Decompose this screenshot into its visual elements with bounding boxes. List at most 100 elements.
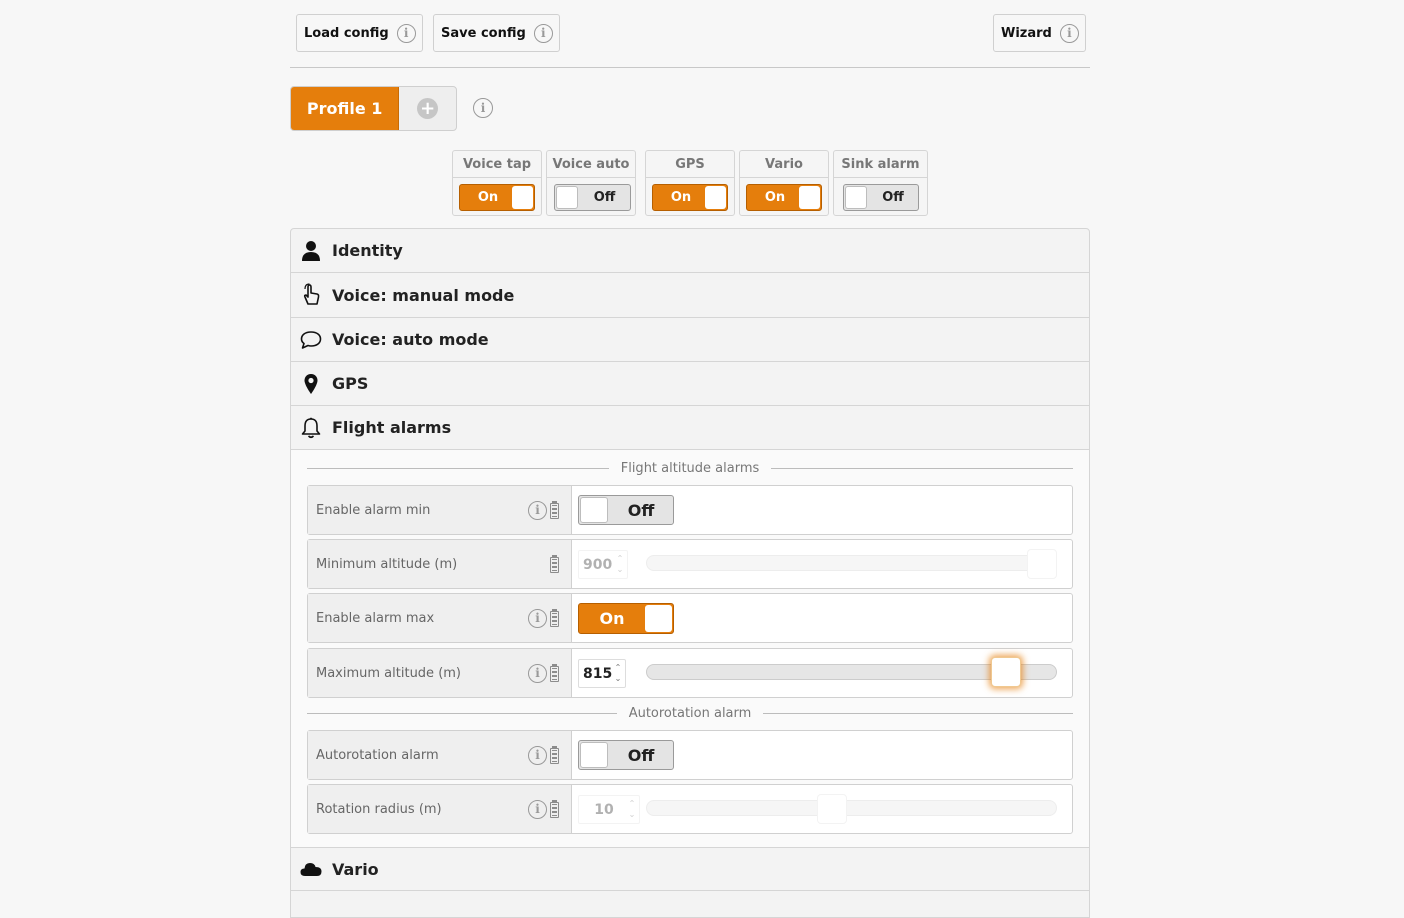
switch-state: On <box>477 190 499 205</box>
info-icon[interactable]: i <box>473 98 493 118</box>
battery-icon <box>550 800 559 818</box>
legend-line <box>307 467 609 469</box>
load-config-label: Load config <box>304 25 389 41</box>
row-control-cell: 10 ⌃ ⌄ <box>572 785 1072 833</box>
switch-knob <box>645 605 672 632</box>
row-enable-alarm-min: Enable alarm min i Off <box>307 485 1073 535</box>
row-maximum-altitude: Maximum altitude (m) i 815 ⌃ ⌄ <box>307 648 1073 698</box>
section-label: Voice: auto mode <box>332 330 489 349</box>
rotation-radius-slider-thumb[interactable] <box>817 794 848 824</box>
input-value: 815 <box>583 665 613 682</box>
section-vario[interactable]: Vario <box>291 847 1089 891</box>
maximum-altitude-input[interactable]: 815 ⌃ ⌄ <box>578 659 626 688</box>
enable-alarm-max-switch[interactable]: On <box>578 603 674 634</box>
row-label: Minimum altitude (m) <box>316 556 458 572</box>
info-icon[interactable]: i <box>528 745 547 765</box>
add-profile-button[interactable]: + <box>399 87 456 130</box>
row-label-cell: Enable alarm max i <box>308 594 572 642</box>
fieldset-title: Flight altitude alarms <box>620 460 760 476</box>
battery-icon <box>550 555 559 573</box>
spinner-arrows-icon[interactable]: ⌃ ⌄ <box>613 662 623 684</box>
profile-tabs: Profile 1 + <box>290 86 457 131</box>
legend-line <box>771 467 1073 469</box>
row-icons <box>550 540 559 588</box>
bell-icon <box>300 416 322 440</box>
row-label-cell: Rotation radius (m) i <box>308 785 572 833</box>
minimum-altitude-input[interactable]: 900 ⌃ ⌄ <box>578 550 628 579</box>
load-config-button[interactable]: Load config i <box>296 14 423 52</box>
info-icon[interactable]: i <box>528 799 547 819</box>
gps-switch[interactable]: On <box>652 184 728 211</box>
row-icons: i <box>528 785 559 833</box>
vario-switch[interactable]: On <box>746 184 822 211</box>
section-identity[interactable]: Identity <box>291 229 1089 273</box>
switch-state: On <box>764 190 786 205</box>
plus-icon: + <box>417 98 439 119</box>
fieldset-title: Autorotation alarm <box>628 705 752 721</box>
spinner-arrows-icon[interactable]: ⌃ ⌄ <box>615 553 625 575</box>
switch-state: Off <box>882 190 904 205</box>
row-enable-alarm-max: Enable alarm max i On <box>307 593 1073 643</box>
legend-line <box>763 712 1073 714</box>
rotation-radius-input[interactable]: 10 ⌃ ⌄ <box>578 795 640 824</box>
switch-knob <box>705 186 726 209</box>
wizard-label: Wizard <box>1001 25 1052 41</box>
quick-toggle-voice-tap: Voice tap On <box>452 150 542 216</box>
switch-knob <box>799 186 820 209</box>
row-autorotation-alarm: Autorotation alarm i Off <box>307 730 1073 780</box>
voice-tap-switch[interactable]: On <box>459 184 535 211</box>
section-gps[interactable]: GPS <box>291 362 1089 406</box>
map-pin-icon <box>300 372 322 396</box>
minimum-altitude-slider-track[interactable] <box>646 555 1057 571</box>
section-label: GPS <box>332 374 369 393</box>
row-icons: i <box>528 486 559 534</box>
info-icon[interactable]: i <box>533 23 553 43</box>
quick-toggle-label: Voice auto <box>547 151 635 178</box>
row-control-cell: 815 ⌃ ⌄ <box>572 649 1072 697</box>
speech-bubble-icon <box>300 328 322 352</box>
row-control-cell: Off <box>572 731 1072 779</box>
switch-state: On <box>599 609 625 628</box>
enable-alarm-min-switch[interactable]: Off <box>578 495 674 525</box>
quick-toggle-voice-auto: Voice auto Off <box>546 150 636 216</box>
switch-knob <box>845 186 867 209</box>
section-voice-manual[interactable]: Voice: manual mode <box>291 273 1089 318</box>
quick-toggle-gps: GPS On <box>645 150 735 216</box>
toolbar-divider <box>290 67 1090 68</box>
switch-knob <box>556 186 578 209</box>
save-config-button[interactable]: Save config i <box>433 14 560 52</box>
voice-auto-switch[interactable]: Off <box>554 184 631 211</box>
row-label-cell: Minimum altitude (m) <box>308 540 572 588</box>
switch-state: Off <box>593 190 616 205</box>
info-icon[interactable]: i <box>396 23 416 43</box>
spinner-arrows-icon[interactable]: ⌃ ⌄ <box>627 798 637 820</box>
battery-icon <box>550 746 559 764</box>
section-voice-auto[interactable]: Voice: auto mode <box>291 318 1089 362</box>
wizard-button[interactable]: Wizard i <box>993 14 1086 52</box>
save-config-label: Save config <box>441 25 526 41</box>
legend-line <box>307 712 617 714</box>
info-icon[interactable]: i <box>528 663 547 683</box>
section-label: Identity <box>332 241 403 260</box>
sink-alarm-switch[interactable]: Off <box>843 184 919 211</box>
row-label: Autorotation alarm <box>316 747 439 763</box>
minimum-altitude-slider-thumb[interactable] <box>1027 549 1057 579</box>
tab-profile-1[interactable]: Profile 1 <box>291 87 400 130</box>
row-label: Enable alarm min <box>316 502 431 518</box>
row-label: Rotation radius (m) <box>316 801 442 817</box>
battery-icon <box>550 501 559 519</box>
info-icon[interactable]: i <box>1059 23 1079 43</box>
info-icon[interactable]: i <box>528 608 547 628</box>
autorotation-alarm-switch[interactable]: Off <box>578 740 674 770</box>
info-icon[interactable]: i <box>528 500 547 520</box>
row-label-cell: Autorotation alarm i <box>308 731 572 779</box>
quick-toggle-sink-alarm: Sink alarm Off <box>833 150 928 216</box>
switch-state: Off <box>627 745 655 765</box>
switch-knob <box>580 497 608 523</box>
row-control-cell: 900 ⌃ ⌄ <box>572 540 1072 588</box>
rotation-radius-slider-track[interactable] <box>646 800 1057 816</box>
row-icons: i <box>528 731 559 779</box>
section-flight-alarms[interactable]: Flight alarms <box>291 406 1089 450</box>
maximum-altitude-slider-thumb[interactable] <box>990 657 1021 687</box>
input-value: 900 <box>583 556 613 573</box>
